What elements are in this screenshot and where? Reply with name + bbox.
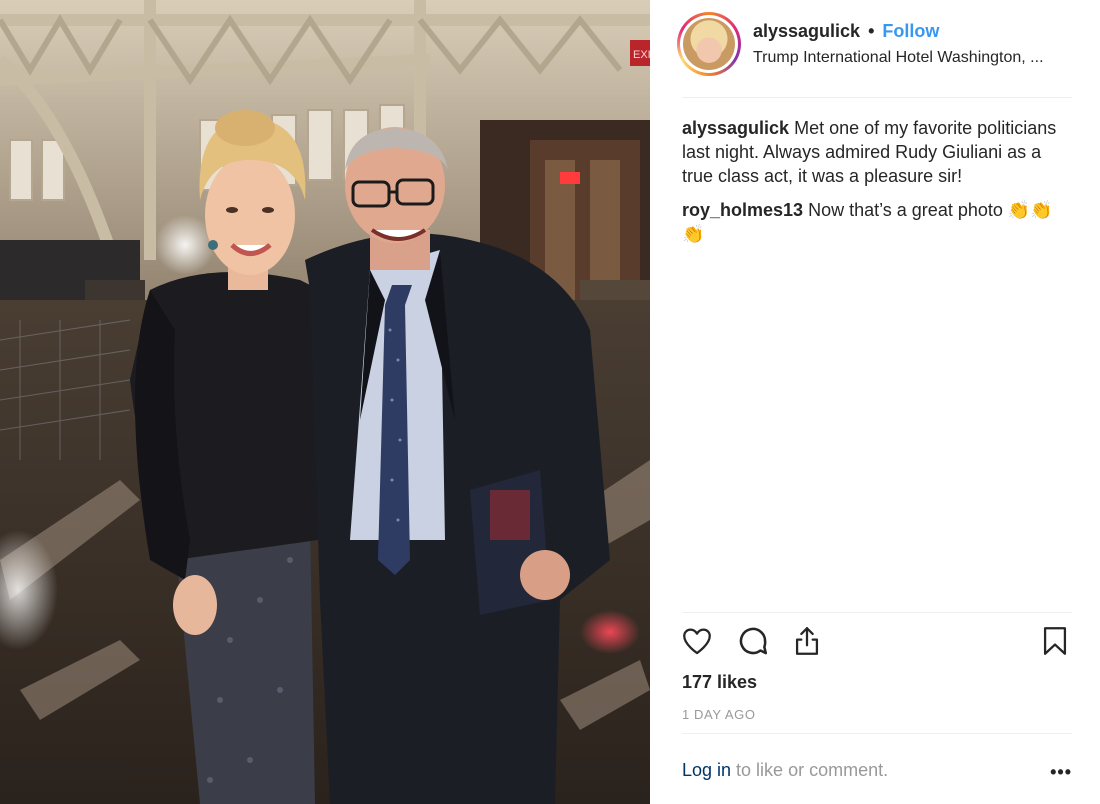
login-prompt: Log in to like or comment. <box>682 760 1072 781</box>
comment-username[interactable]: alyssagulick <box>682 118 789 138</box>
follow-button[interactable]: Follow <box>882 21 939 41</box>
username-link[interactable]: alyssagulick <box>753 21 860 41</box>
avatar-image <box>683 18 735 70</box>
post-photo[interactable]: EXIT <box>0 0 650 804</box>
likes-count[interactable]: 177 likes <box>682 672 757 693</box>
footer-divider <box>682 733 1072 734</box>
post-header: alyssagulick • Follow Trump Internationa… <box>650 0 1100 97</box>
separator-dot: • <box>868 21 875 41</box>
comments-list: alyssagulick Met one of my favorite poli… <box>682 116 1072 256</box>
exit-sign-text: EXIT <box>633 49 650 61</box>
share-icon[interactable] <box>790 624 826 660</box>
comment-username[interactable]: roy_holmes13 <box>682 200 803 220</box>
post-side-panel: alyssagulick • Follow Trump Internationa… <box>650 0 1100 804</box>
caption-comment: alyssagulick Met one of my favorite poli… <box>682 116 1072 188</box>
more-options-icon[interactable]: ••• <box>1050 762 1072 783</box>
bookmark-icon[interactable] <box>1038 624 1074 660</box>
comment-icon[interactable] <box>736 624 772 660</box>
heart-icon[interactable] <box>680 624 716 660</box>
post-timestamp[interactable]: 1 DAY AGO <box>682 707 756 722</box>
avatar[interactable] <box>677 12 741 76</box>
login-link[interactable]: Log in <box>682 760 731 780</box>
action-bar <box>680 624 1074 664</box>
avatar-frame <box>680 15 738 73</box>
header-user-line: alyssagulick • Follow <box>753 21 939 42</box>
login-prompt-text: to like or comment. <box>731 760 889 780</box>
location-link[interactable]: Trump International Hotel Washington, ..… <box>753 49 1083 67</box>
header-divider <box>682 97 1072 98</box>
list-item-comment: roy_holmes13 Now that’s a great photo 👏👏… <box>682 198 1072 246</box>
actions-divider <box>682 612 1072 613</box>
